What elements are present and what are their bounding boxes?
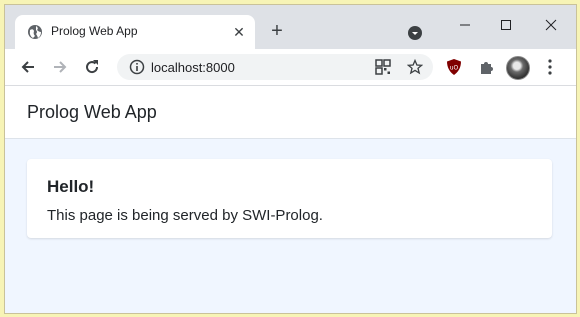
tab-search-icon[interactable] — [407, 25, 423, 41]
new-tab-icon[interactable]: + — [267, 21, 287, 41]
hello-card: Hello! This page is being served by SWI-… — [27, 159, 552, 238]
card-text: This page is being served by SWI-Prolog. — [47, 207, 323, 224]
navbar-brand[interactable]: Prolog Web App — [27, 102, 157, 123]
page-content: Prolog Web App Hello! This page is being… — [5, 86, 576, 313]
url-text[interactable]: localhost:8000 — [151, 60, 235, 75]
profile-avatar[interactable] — [506, 56, 530, 80]
ublock-shield-icon[interactable]: uO — [445, 58, 463, 76]
minimize-icon[interactable] — [453, 17, 477, 33]
address-bar[interactable]: localhost:8000 — [117, 54, 433, 80]
qr-code-icon[interactable] — [375, 59, 391, 75]
close-window-icon[interactable] — [539, 15, 563, 35]
back-arrow-icon[interactable] — [19, 58, 37, 76]
forward-arrow-icon[interactable] — [51, 58, 69, 76]
tab-title: Prolog Web App — [51, 24, 138, 38]
browser-window: Prolog Web App ✕ + localhost:8000 uO Pro… — [4, 4, 577, 314]
extensions-puzzle-icon[interactable] — [478, 58, 496, 76]
card-title: Hello! — [47, 177, 95, 196]
tab-prolog-web-app[interactable]: Prolog Web App ✕ — [15, 15, 255, 49]
tab-strip: Prolog Web App ✕ + — [5, 5, 576, 49]
bookmark-star-icon[interactable] — [407, 59, 423, 75]
globe-icon — [28, 25, 42, 39]
maximize-icon[interactable] — [494, 15, 518, 35]
browser-toolbar: localhost:8000 uO — [5, 49, 576, 86]
site-info-icon[interactable] — [129, 59, 145, 75]
close-tab-icon[interactable]: ✕ — [231, 24, 247, 40]
app-navbar: Prolog Web App — [5, 86, 576, 139]
reload-icon[interactable] — [83, 58, 101, 76]
svg-text:uO: uO — [450, 65, 459, 72]
more-menu-icon[interactable] — [545, 58, 555, 76]
